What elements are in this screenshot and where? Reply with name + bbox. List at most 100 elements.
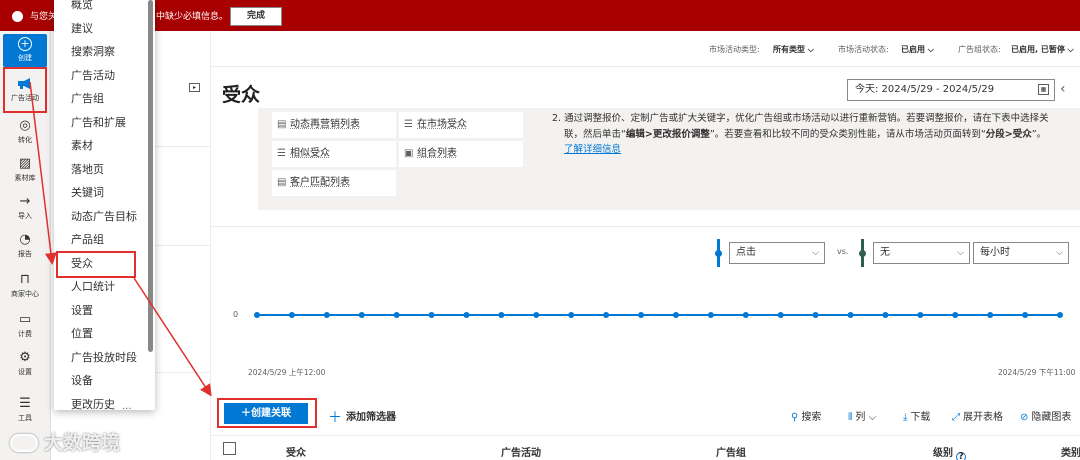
column-header-campaign[interactable]: 广告活动 xyxy=(501,444,541,459)
data-point[interactable] xyxy=(847,312,854,318)
menu-item[interactable]: 设备 xyxy=(71,372,93,388)
tile-combined[interactable]: ▣ 组合列表 xyxy=(399,141,523,167)
data-point[interactable] xyxy=(672,312,679,318)
menu-item[interactable]: 广告组 xyxy=(71,90,104,106)
download-button[interactable]: ⤓ 下载 xyxy=(903,408,930,423)
target-icon: ◎ xyxy=(19,118,31,133)
menu-item[interactable]: 设置 xyxy=(71,302,93,318)
data-point[interactable] xyxy=(428,312,435,318)
rail-item-reports[interactable]: ◔ 报告 xyxy=(3,233,47,259)
metric1-color-dot xyxy=(715,250,722,257)
menu-item[interactable]: 产品组 xyxy=(71,231,104,247)
data-point[interactable] xyxy=(952,312,959,318)
expand-panel-icon[interactable]: ▸ xyxy=(189,83,200,92)
info-text-part: 联，然后单击“ xyxy=(564,129,626,140)
rail-item-conversions[interactable]: ◎ 转化 xyxy=(3,119,47,145)
menu-item[interactable]: 素材 xyxy=(71,137,93,153)
data-point[interactable] xyxy=(742,312,749,318)
download-icon: ⤓ xyxy=(903,412,908,423)
menu-item[interactable]: 落地页 xyxy=(71,161,104,177)
menu-item[interactable]: 广告投放时段 xyxy=(71,349,137,365)
data-point[interactable] xyxy=(533,312,540,318)
help-icon[interactable]: ? xyxy=(956,452,966,460)
menu-item[interactable]: 人口统计 xyxy=(71,278,115,294)
rail-item-tools[interactable]: ☰ 工具 xyxy=(3,397,47,423)
metric2-value: 无 xyxy=(880,247,890,258)
data-point[interactable] xyxy=(463,312,470,318)
menu-item[interactable]: 概览 xyxy=(71,0,93,12)
data-point[interactable] xyxy=(568,312,575,318)
tile-customer-match[interactable]: ▤ 客户匹配列表 xyxy=(272,170,396,196)
rail-item-merchant-center[interactable]: ⊓ 商家中心 xyxy=(3,273,47,299)
column-header-category[interactable]: 类别 xyxy=(1061,444,1080,459)
data-point[interactable] xyxy=(707,312,714,318)
data-point[interactable] xyxy=(498,312,505,318)
campaign-status-filter[interactable]: 已启用 ⌵ xyxy=(901,44,934,55)
data-point[interactable] xyxy=(1057,312,1063,318)
menu-item[interactable]: 关键词 xyxy=(71,184,104,200)
rail-item-import[interactable]: → 导入 xyxy=(3,195,47,221)
plus-circle-icon: + xyxy=(18,37,32,51)
column-header-audience[interactable]: 受众 xyxy=(286,444,306,459)
download-label: 下载 xyxy=(910,412,931,423)
expand-table-button[interactable]: ⤢ 展开表格 xyxy=(952,408,1003,423)
campaign-type-value: 所有类型 xyxy=(773,45,805,54)
rail-item-billing[interactable]: ▭ 计费 xyxy=(3,313,47,339)
left-nav-rail: + 创建 广告活动 ◎ 转化 ▨ 素材库 → 导入 ◔ 报告 ⊓ 商家中心 ▭ … xyxy=(0,31,51,460)
menu-item[interactable]: 动态广告目标 xyxy=(71,208,137,224)
data-point[interactable] xyxy=(812,312,819,318)
metric2-dropdown[interactable]: 无 ⌵ xyxy=(873,242,970,264)
tile-similar[interactable]: ☰ 相似受众 xyxy=(272,141,396,167)
data-point[interactable] xyxy=(1022,312,1029,318)
search-button[interactable]: ⚲ 搜索 xyxy=(791,408,821,423)
tile-in-market[interactable]: ☰ 在市场受众 xyxy=(399,112,523,138)
data-point[interactable] xyxy=(882,312,889,318)
granularity-dropdown[interactable]: 每小时 ⌵ xyxy=(973,242,1069,264)
rail-item-create[interactable]: + 创建 xyxy=(3,34,47,67)
menu-item[interactable]: 位置 xyxy=(71,325,93,341)
column-header-adgroup[interactable]: 广告组 xyxy=(716,444,746,459)
done-button[interactable]: 完成 xyxy=(230,7,282,26)
data-point[interactable] xyxy=(638,312,645,318)
data-point[interactable] xyxy=(288,312,295,318)
rail-item-campaigns[interactable]: 广告活动 xyxy=(3,67,47,113)
learn-more-link[interactable]: 了解详细信息 xyxy=(564,141,621,155)
list-lines-icon: ☰ xyxy=(404,119,413,130)
info-text-part: ”。若要查看和比较不同的受众类别性能，请从市场活动页面转到“ xyxy=(709,129,986,140)
hide-chart-button[interactable]: ⊘ 隐藏图表 xyxy=(1020,408,1071,423)
add-filter-button[interactable]: ＋ 添加筛选器 xyxy=(328,407,396,427)
columns-button[interactable]: ⦀ 列 ⌵ xyxy=(848,408,876,423)
data-point[interactable] xyxy=(987,312,994,318)
data-point[interactable] xyxy=(358,312,365,318)
data-point[interactable] xyxy=(393,312,400,318)
date-range-picker[interactable]: 今天: 2024/5/29 - 2024/5/29 ▦ xyxy=(847,79,1055,101)
menu-scrollbar[interactable] xyxy=(148,0,153,352)
more-icon[interactable]: ··· xyxy=(122,404,132,415)
menu-item[interactable]: 更改历史 xyxy=(71,396,115,411)
watermark-logo-icon xyxy=(10,434,38,452)
search-label: 搜索 xyxy=(801,412,822,423)
annotation-highlight-box xyxy=(217,398,317,428)
campaign-type-label: 市场活动类型: xyxy=(709,45,760,54)
select-all-checkbox[interactable] xyxy=(223,442,236,455)
column-header-level[interactable]: 级别? xyxy=(933,444,966,460)
adgroup-status-filter[interactable]: 已启用, 已暂停 ⌵ xyxy=(1011,44,1074,55)
menu-item[interactable]: 广告和扩展 xyxy=(71,114,126,130)
campaign-type-filter[interactable]: 所有类型 ⌵ xyxy=(773,44,814,55)
data-point[interactable] xyxy=(254,312,260,318)
date-range-value: 今天: 2024/5/29 - 2024/5/29 xyxy=(855,84,995,95)
vs-label: vs. xyxy=(837,247,849,256)
data-point[interactable] xyxy=(323,312,330,318)
menu-item[interactable]: 建议 xyxy=(71,20,93,36)
data-point[interactable] xyxy=(777,312,784,318)
metric1-dropdown[interactable]: 点击 ⌵ xyxy=(729,242,825,264)
chevron-left-icon[interactable]: ‹ xyxy=(1060,81,1066,97)
rail-item-asset-library[interactable]: ▨ 素材库 xyxy=(3,157,47,183)
menu-item[interactable]: 搜索洞察 xyxy=(71,43,115,59)
menu-item[interactable]: 广告活动 xyxy=(71,67,115,83)
data-point[interactable] xyxy=(917,312,924,318)
tile-dynamic-remarketing[interactable]: ▤ 动态再营销列表 xyxy=(272,112,396,138)
rail-item-settings[interactable]: ⚙ 设置 xyxy=(3,351,47,377)
data-point[interactable] xyxy=(603,312,610,318)
metric2-color-bar xyxy=(859,239,866,267)
